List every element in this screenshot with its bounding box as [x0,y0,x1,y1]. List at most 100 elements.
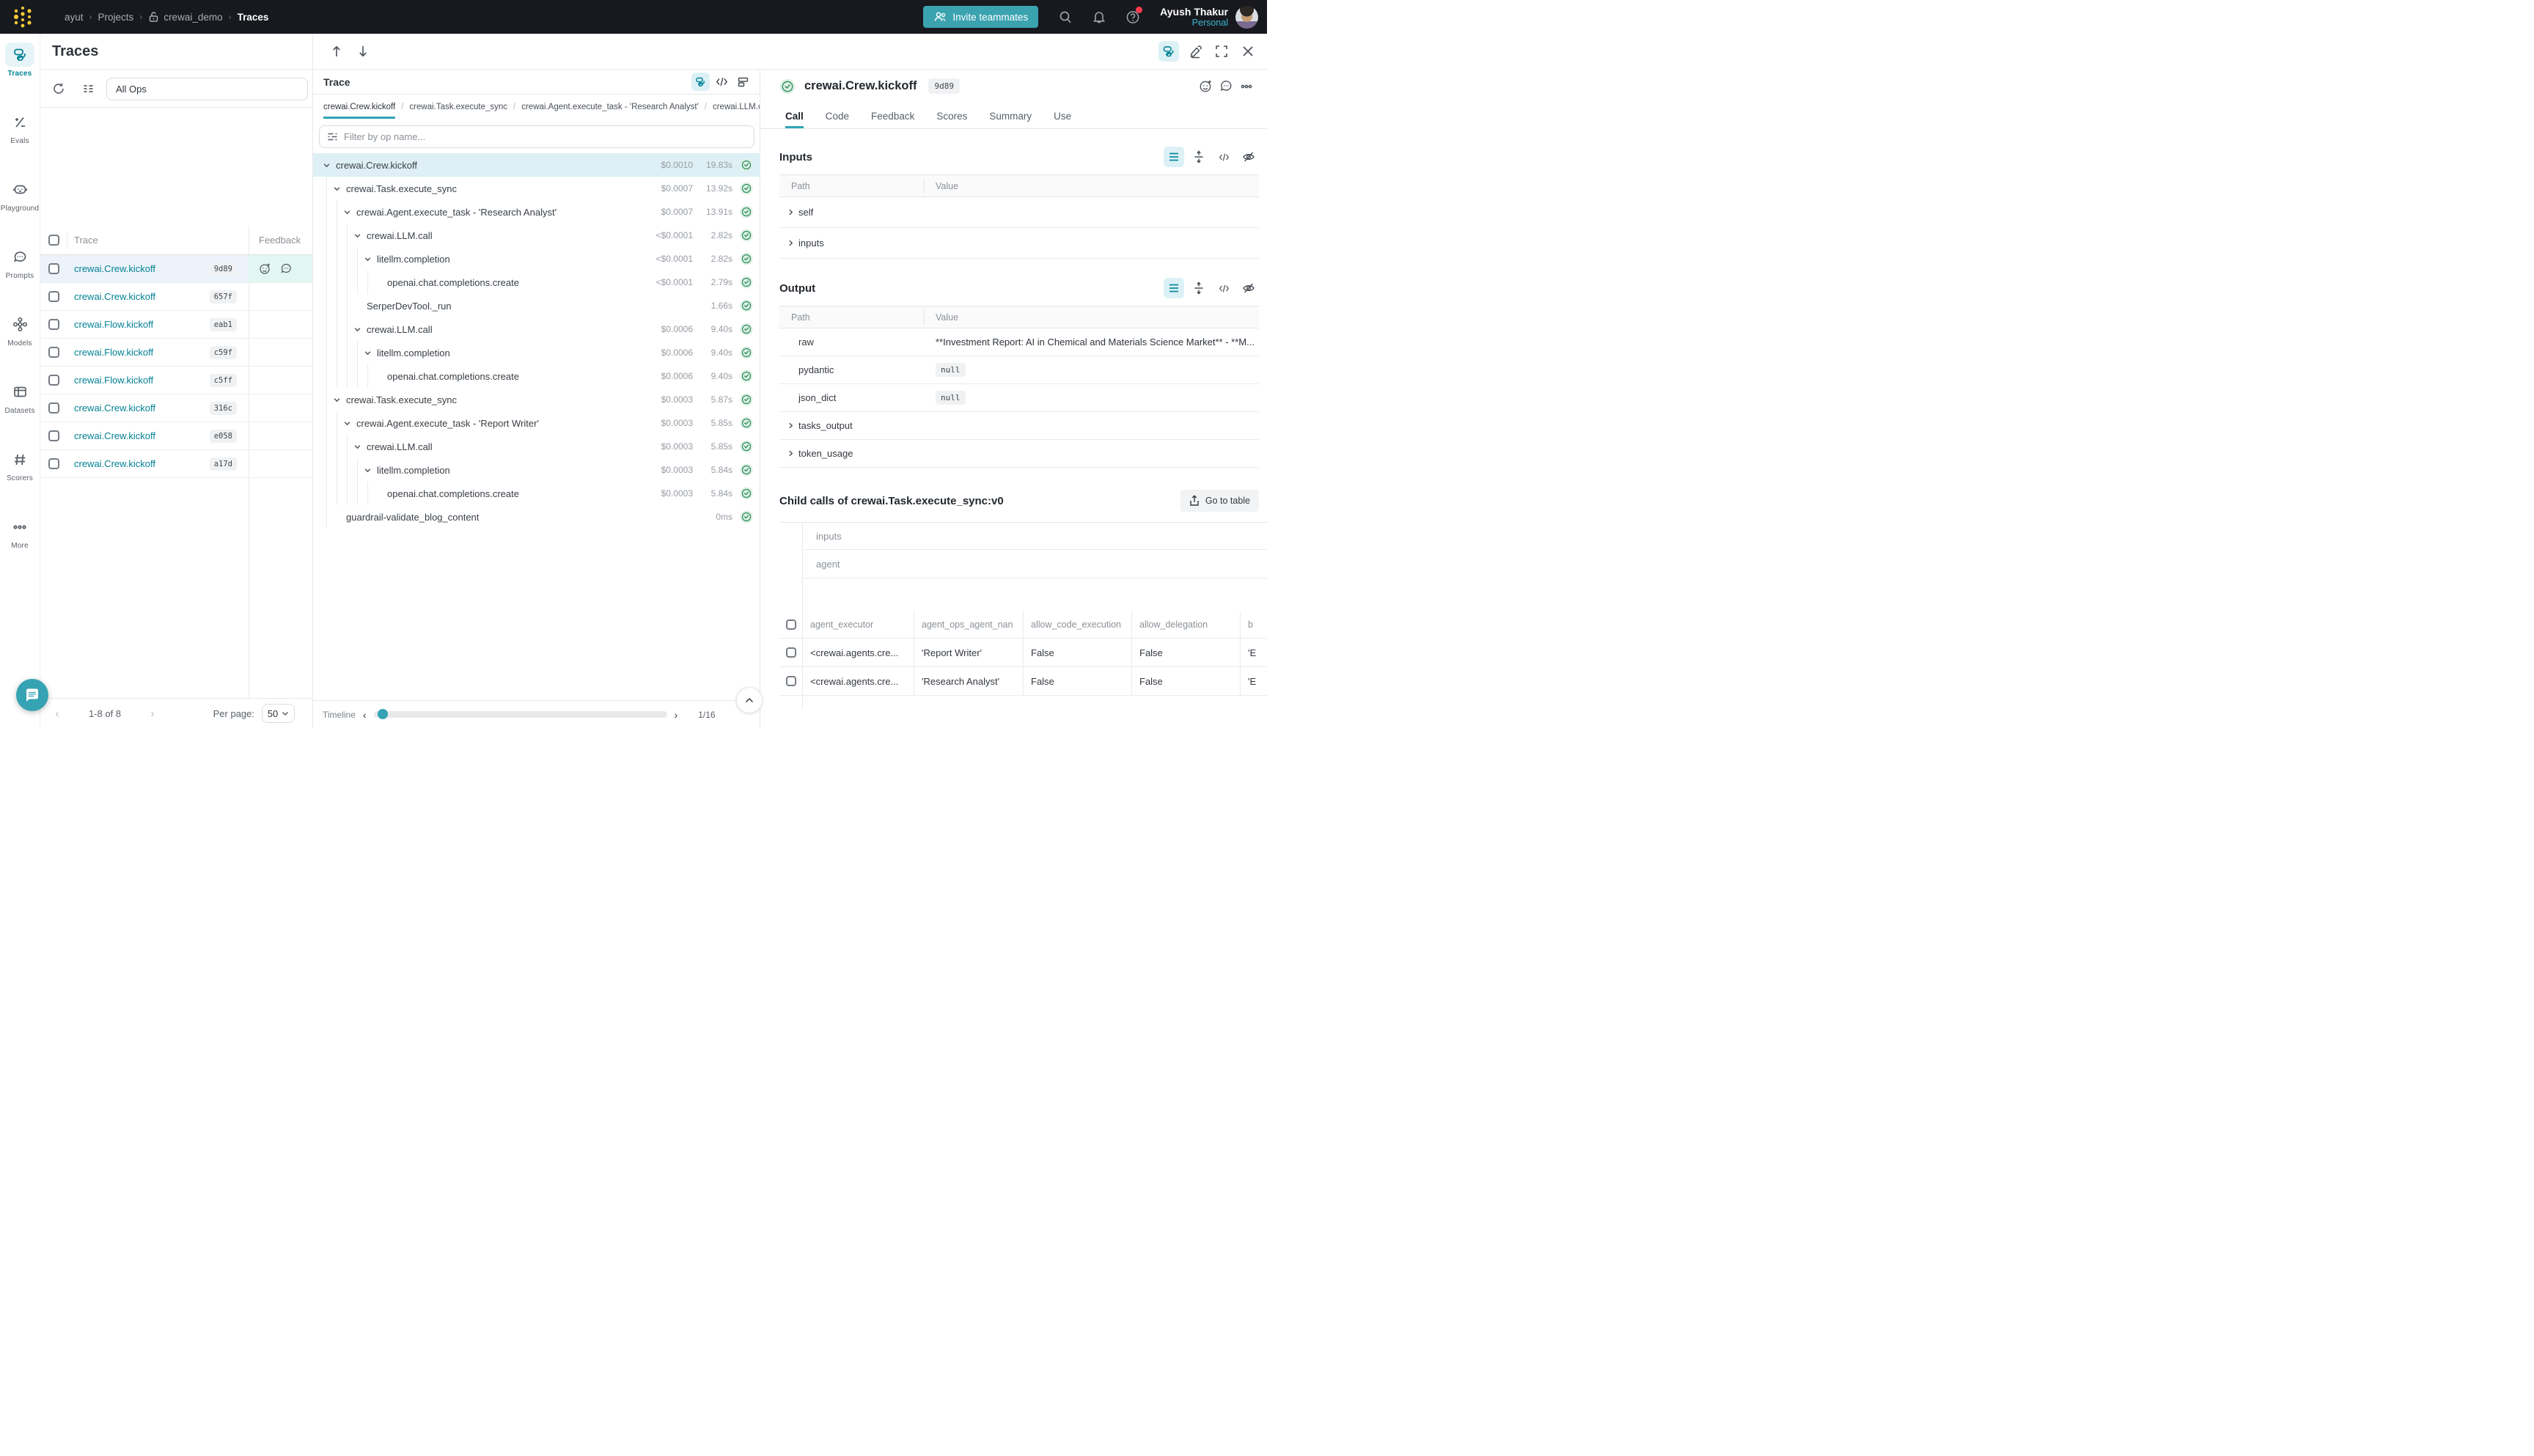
trace-link[interactable]: crewai.Crew.kickoff [74,263,210,274]
chevron-down-icon[interactable] [323,161,334,169]
span-row[interactable]: litellm.completion $0.0003 5.84s [313,458,760,482]
table-row[interactable]: crewai.Crew.kickoff a17d [40,450,312,478]
edit-icon[interactable] [1185,41,1205,62]
span-row[interactable]: crewai.Agent.execute_task - 'Research An… [313,200,760,224]
expand-vertical-icon[interactable] [1189,147,1209,167]
tab-feedback[interactable]: Feedback [871,111,914,128]
table-row[interactable]: crewai.Crew.kickoff e058 [40,422,312,450]
tab-use[interactable]: Use [1054,111,1071,128]
trace-link[interactable]: crewai.Flow.kickoff [74,347,210,358]
row-checkbox[interactable] [48,263,59,274]
chevron-right-icon[interactable] [787,208,798,216]
fullscreen-icon[interactable] [1211,41,1232,62]
row-checkbox[interactable] [48,430,59,441]
chevron-right-icon[interactable] [787,449,798,457]
sidebar-item-more[interactable]: More [0,515,40,582]
chevron-down-icon[interactable] [343,208,355,216]
op-filter-input[interactable] [344,131,746,142]
trace-link[interactable]: crewai.Flow.kickoff [74,375,210,386]
search-icon[interactable] [1058,10,1073,24]
trace-crumb[interactable]: crewai.Task.execute_sync [409,103,507,111]
tab-call[interactable]: Call [785,111,804,128]
show-trace-tree-icon[interactable] [1158,41,1179,62]
collapse-timeline-button[interactable] [736,687,763,713]
span-row[interactable]: openai.chat.completions.create <$0.0001 … [313,271,760,294]
list-view-icon[interactable] [1164,147,1184,167]
chevron-down-icon[interactable] [333,185,345,193]
output-row[interactable]: json_dict null [779,384,1259,412]
avatar[interactable] [1235,6,1258,29]
manage-columns-icon[interactable] [78,78,98,99]
row-checkbox[interactable] [786,676,796,686]
next-page-icon[interactable]: › [142,707,164,720]
trace-link[interactable]: crewai.Crew.kickoff [74,402,210,413]
close-icon[interactable] [1238,41,1258,62]
invite-teammates-button[interactable]: Invite teammates [923,6,1038,28]
tab-code[interactable]: Code [826,111,849,128]
tab-summary[interactable]: Summary [989,111,1032,128]
tab-scores[interactable]: Scores [936,111,967,128]
timeline-prev-icon[interactable]: ‹ [363,709,367,721]
span-row[interactable]: guardrail-validate_blog_content 0ms [313,505,760,529]
timeline-next-icon[interactable]: › [675,709,678,721]
sidebar-item-evals[interactable]: Evals [0,110,40,177]
flame-graph-icon[interactable] [734,73,752,91]
hide-icon[interactable] [1238,278,1259,298]
span-row[interactable]: openai.chat.completions.create $0.0006 9… [313,364,760,388]
trace-link[interactable]: crewai.Flow.kickoff [74,319,210,330]
chevron-down-icon[interactable] [353,232,365,240]
row-checkbox[interactable] [786,647,796,658]
span-row[interactable]: crewai.LLM.call $0.0006 9.40s [313,317,760,341]
table-row[interactable]: crewai.Flow.kickoff eab1 [40,311,312,339]
table-row[interactable]: crewai.Crew.kickoff 657f [40,283,312,311]
output-row[interactable]: token_usage [779,440,1259,468]
code-view-icon[interactable] [713,73,731,91]
trace-crumb[interactable]: crewai.Agent.execute_task - 'Research An… [521,103,699,111]
timeline-slider-handle[interactable] [378,709,388,719]
row-checkbox[interactable] [48,375,59,386]
trace-link[interactable]: crewai.Crew.kickoff [74,430,210,441]
chevron-down-icon[interactable] [364,255,375,263]
overflow-menu-icon[interactable] [1236,76,1257,97]
list-view-icon[interactable] [1164,278,1184,298]
span-row[interactable]: crewai.Task.execute_sync $0.0007 13.92s [313,177,760,200]
span-row[interactable]: crewai.Agent.execute_task - 'Report Writ… [313,411,760,435]
output-row[interactable]: tasks_output [779,412,1259,440]
prev-page-icon[interactable]: ‹ [46,707,68,720]
span-row[interactable]: crewai.LLM.call <$0.0001 2.82s [313,224,760,247]
breadcrumb-traces[interactable]: Traces [238,12,269,23]
span-row[interactable]: SerperDevTool._run 1.66s [313,294,760,317]
chevron-down-icon[interactable] [343,419,355,427]
chevron-right-icon[interactable] [787,239,798,247]
table-row[interactable]: crewai.Flow.kickoff c59f [40,339,312,367]
sidebar-item-datasets[interactable]: Datasets [0,380,40,447]
span-row[interactable]: openai.chat.completions.create $0.0003 5… [313,482,760,505]
trace-link[interactable]: crewai.Crew.kickoff [74,458,210,469]
select-all-checkbox[interactable] [48,235,59,246]
ops-filter-select[interactable]: All Ops [106,78,308,100]
input-row[interactable]: inputs [779,228,1259,259]
expand-vertical-icon[interactable] [1189,278,1209,298]
sidebar-item-traces[interactable]: Traces [0,43,40,110]
add-reaction-icon[interactable] [259,262,271,275]
op-name-filter[interactable] [319,125,754,148]
output-row[interactable]: pydantic null [779,356,1259,384]
trace-link[interactable]: crewai.Crew.kickoff [74,291,210,302]
go-to-table-button[interactable]: Go to table [1180,490,1259,512]
span-row[interactable]: crewai.LLM.call $0.0003 5.85s [313,435,760,458]
span-row[interactable]: crewai.Task.execute_sync $0.0003 5.87s [313,388,760,411]
sidebar-item-scorers[interactable]: Scorers [0,447,40,515]
span-row[interactable]: crewai.Crew.kickoff $0.0010 19.83s [313,153,760,177]
chevron-down-icon[interactable] [353,443,365,451]
child-call-row[interactable]: <crewai.agents.cre... 'Report Writer' Fa… [779,639,1267,667]
code-icon[interactable] [1213,278,1234,298]
sidebar-item-models[interactable]: Models [0,312,40,380]
chat-widget-button[interactable] [16,679,48,711]
breadcrumb-projects[interactable]: Projects [98,12,134,23]
add-reaction-icon[interactable] [1195,76,1216,97]
chevron-down-icon[interactable] [353,326,365,334]
prev-call-icon[interactable] [326,41,347,62]
next-call-icon[interactable] [353,41,373,62]
help-icon[interactable] [1125,10,1140,24]
sidebar-item-playground[interactable]: Playground [0,177,40,245]
